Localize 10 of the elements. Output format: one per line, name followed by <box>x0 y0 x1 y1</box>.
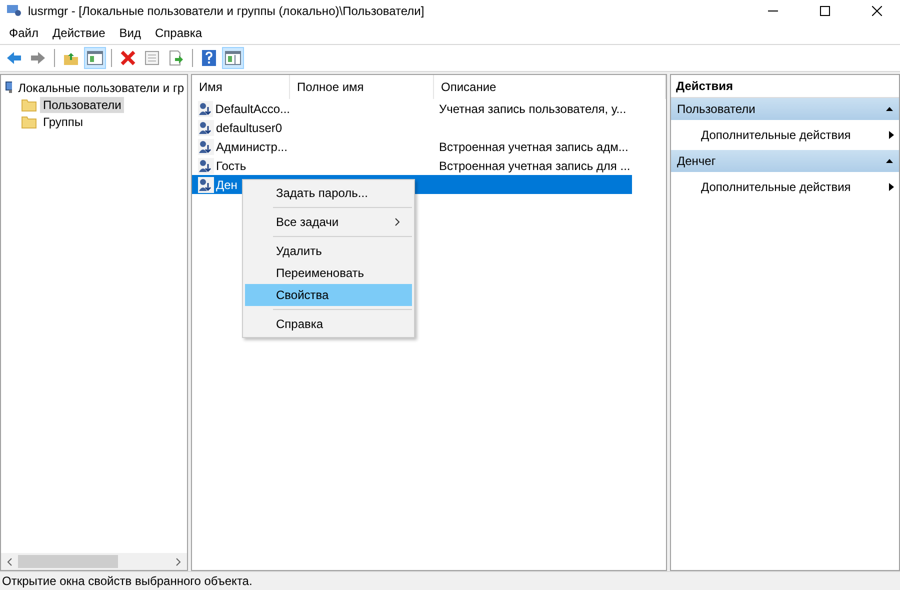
description: Встроенная учетная запись для ... <box>439 158 630 172</box>
window-title: lusrmgr - [Локальные пользователи и группы (локально)\Пользователи] <box>28 4 426 18</box>
description: Встроенная учетная запись адм... <box>439 140 628 154</box>
status-bar: Открытие окна свойств выбранного объекта. <box>0 571 900 590</box>
description: Учетная запись пользователя, у... <box>439 102 626 116</box>
user-name: Ден <box>216 178 238 192</box>
user-name: Администр... <box>216 140 288 154</box>
user-name: defaultuser0 <box>216 120 282 134</box>
user-name: Гость <box>216 158 246 172</box>
user-name: DefaultAcco... <box>215 102 290 116</box>
